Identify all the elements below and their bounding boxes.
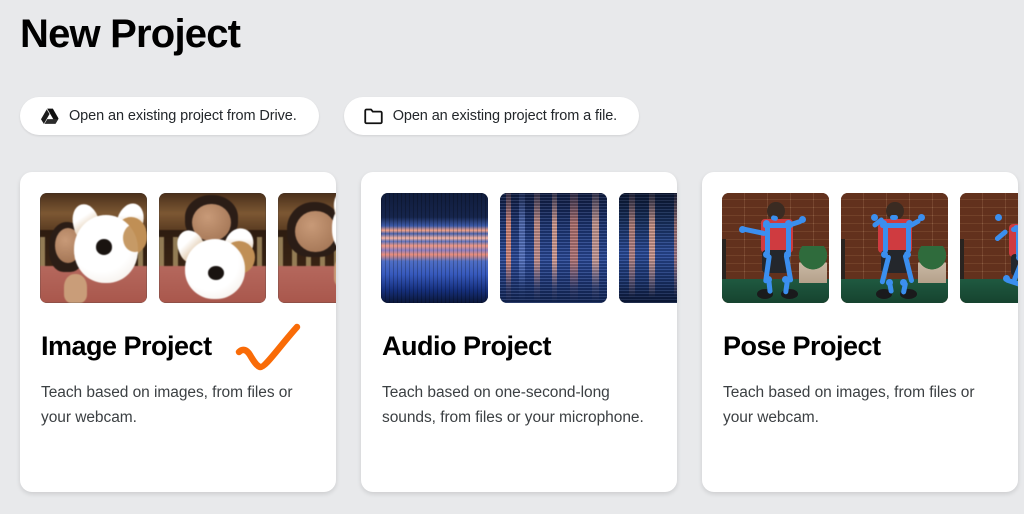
spectrogram-thumbnail-2 xyxy=(500,193,607,303)
pose-skeleton-thumbnail-2 xyxy=(841,193,948,303)
image-project-description: Teach based on images, from files or you… xyxy=(41,384,293,426)
pose-project-card[interactable]: Pose Project Teach based on images, from… xyxy=(702,172,1018,492)
webcam-corgi-thumbnail-1 xyxy=(40,193,147,303)
image-project-card[interactable]: Image Project Teach based on images, fro… xyxy=(20,172,336,492)
pose-project-thumbnails xyxy=(722,193,1018,303)
project-type-cards: Image Project Teach based on images, fro… xyxy=(20,172,1018,492)
pose-skeleton-thumbnail-1 xyxy=(722,193,829,303)
audio-project-card[interactable]: Audio Project Teach based on one-second-… xyxy=(361,172,677,492)
google-drive-icon xyxy=(40,107,59,126)
open-from-file-button[interactable]: Open an existing project from a file. xyxy=(343,97,640,135)
open-from-drive-button[interactable]: Open an existing project from Drive. xyxy=(20,97,319,135)
audio-project-title: Audio Project xyxy=(382,331,552,361)
open-from-file-label: Open an existing project from a file. xyxy=(392,108,618,124)
spectrogram-thumbnail-3 xyxy=(619,193,677,303)
webcam-corgi-thumbnail-2 xyxy=(159,193,266,303)
pose-project-description: Teach based on images, from files or you… xyxy=(723,384,975,426)
image-project-title: Image Project xyxy=(41,331,212,361)
image-project-thumbnails xyxy=(40,193,336,303)
orange-check-icon xyxy=(235,323,301,371)
spectrogram-thumbnail-1 xyxy=(381,193,488,303)
open-from-drive-label: Open an existing project from Drive. xyxy=(69,108,297,124)
audio-project-thumbnails xyxy=(381,193,677,303)
audio-project-description: Teach based on one-second-long sounds, f… xyxy=(382,384,644,426)
folder-icon xyxy=(364,107,383,126)
page-title: New Project xyxy=(20,12,241,56)
pose-project-title: Pose Project xyxy=(723,331,881,361)
open-project-actions: Open an existing project from Drive. Ope… xyxy=(20,97,640,135)
webcam-corgi-thumbnail-3 xyxy=(278,193,336,303)
pose-skeleton-thumbnail-3 xyxy=(960,193,1018,303)
